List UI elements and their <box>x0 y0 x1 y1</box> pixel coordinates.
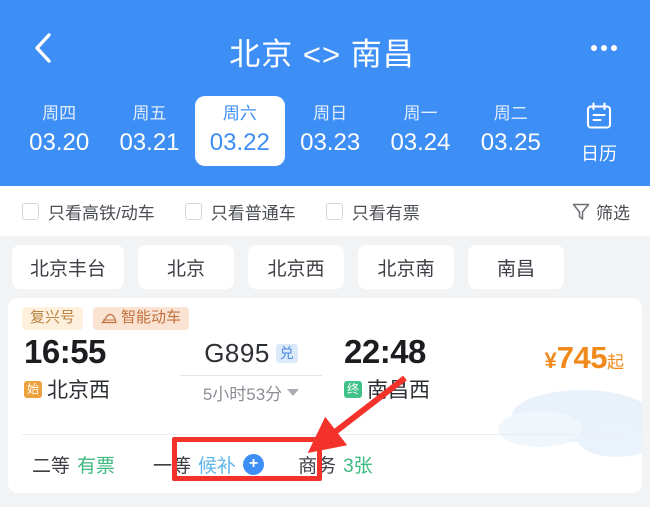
currency-symbol: ¥ <box>544 348 557 373</box>
date-tab-4[interactable]: 周一 03.24 <box>375 96 465 166</box>
date-tabs: 周四 03.20 周五 03.21 周六 03.22 周日 03.23 周一 0… <box>14 96 556 166</box>
station-chip-0[interactable]: 北京丰台 <box>12 245 125 289</box>
train-number: G895 <box>204 338 270 368</box>
train-trip-row: 16:55 始 北京西 G895 兑 5小时53分 22:48 终 南昌西 ¥7… <box>8 330 642 405</box>
trip-duration[interactable]: 5小时53分 <box>166 380 336 405</box>
station-chip-row: 北京丰台 北京 北京西 北京南 南昌 <box>0 236 650 298</box>
checkbox-has-tickets[interactable]: 只看有票 <box>325 199 420 224</box>
app-header: 北京 <> 南昌 周四 03.20 周五 03.21 周六 03.22 周日 0… <box>0 0 650 186</box>
checkbox-high-speed[interactable]: 只看高铁/动车 <box>22 199 155 224</box>
date-dow: 周五 <box>132 104 167 123</box>
checkbox-box-icon[interactable] <box>184 202 202 220</box>
station-chip-4[interactable]: 南昌 <box>468 245 565 289</box>
seat-option-second-class[interactable]: 二等 有票 <box>32 451 115 478</box>
checkbox-label: 只看有票 <box>351 203 420 223</box>
seat-status: 有票 <box>77 455 116 477</box>
calendar-button[interactable]: 日历 <box>556 96 642 166</box>
departure-station: 始 北京西 <box>24 374 166 404</box>
train-icon <box>101 313 117 323</box>
checkbox-label: 只看高铁/动车 <box>48 203 155 223</box>
app-root: 北京 <> 南昌 周四 03.20 周五 03.21 周六 03.22 周日 0… <box>0 0 650 507</box>
more-horizontal-icon[interactable] <box>584 28 624 68</box>
date-number: 03.24 <box>390 129 451 156</box>
end-station-badge: 终 <box>344 380 363 398</box>
date-number: 03.22 <box>209 129 270 156</box>
date-dow: 周日 <box>313 104 348 123</box>
price-column: ¥745起 <box>506 332 642 376</box>
date-tab-3[interactable]: 周日 03.23 <box>285 96 375 166</box>
chevron-down-icon[interactable] <box>287 389 300 396</box>
date-tab-1[interactable]: 周五 03.21 <box>104 96 194 166</box>
station-chip-3[interactable]: 北京南 <box>358 245 455 289</box>
checkbox-normal-train[interactable]: 只看普通车 <box>184 199 296 224</box>
date-number: 03.25 <box>480 129 541 156</box>
departure-time: 16:55 <box>24 333 106 370</box>
price-amount: 745 <box>556 340 608 375</box>
tag-fuxing: 复兴号 <box>22 307 84 330</box>
filter-button[interactable]: 筛选 <box>572 199 630 224</box>
navigation-bar: 北京 <> 南昌 <box>0 0 650 96</box>
train-number-row: G895 兑 <box>166 338 336 369</box>
price-suffix: 起 <box>607 353 624 372</box>
seat-option-business-class[interactable]: 商务 3张 <box>298 451 373 478</box>
waitlist-add-button[interactable]: + <box>243 453 265 475</box>
arrival-column: 22:48 终 南昌西 <box>336 332 506 404</box>
date-number: 03.20 <box>29 129 90 156</box>
date-tab-0[interactable]: 周四 03.20 <box>14 96 104 166</box>
tag-smart-label: 智能动车 <box>121 309 182 326</box>
trip-duration-text: 5小时53分 <box>202 385 283 404</box>
seat-option-first-class[interactable]: 一等 候补 + <box>153 451 265 478</box>
exchange-badge: 兑 <box>275 344 298 363</box>
calendar-icon <box>586 102 612 129</box>
funnel-icon <box>572 203 590 220</box>
calendar-label: 日历 <box>581 144 617 164</box>
date-number: 03.23 <box>300 129 361 156</box>
station-chip-2[interactable]: 北京西 <box>248 245 345 289</box>
date-dow: 周二 <box>493 104 528 123</box>
page-title: 北京 <> 南昌 <box>229 36 415 72</box>
seat-status: 3张 <box>343 455 373 477</box>
checkbox-box-icon[interactable] <box>325 202 343 220</box>
train-result-card[interactable]: 复兴号 智能动车 16:55 始 北京西 G895 兑 5小时53分 22:48… <box>8 298 642 493</box>
date-dow: 周四 <box>42 104 77 123</box>
tag-smart-train: 智能动车 <box>93 307 190 330</box>
departure-station-name: 北京西 <box>47 379 111 402</box>
date-strip: 周四 03.20 周五 03.21 周六 03.22 周日 03.23 周一 0… <box>0 96 650 182</box>
start-station-badge: 始 <box>24 380 43 398</box>
route-line-divider <box>180 375 322 376</box>
seat-status: 候补 <box>198 455 237 477</box>
back-icon[interactable] <box>26 28 60 68</box>
seat-class-name: 二等 <box>32 455 71 477</box>
date-number: 03.21 <box>119 129 180 156</box>
checkbox-box-icon[interactable] <box>22 202 39 220</box>
arrival-time: 22:48 <box>344 333 426 370</box>
train-info-column: G895 兑 5小时53分 <box>166 332 336 405</box>
date-tab-5[interactable]: 周二 03.25 <box>466 96 556 166</box>
date-dow: 周六 <box>222 104 257 123</box>
checkbox-label: 只看普通车 <box>210 203 296 223</box>
date-dow: 周一 <box>403 104 438 123</box>
filter-row: 只看高铁/动车 只看普通车 只看有票 筛选 <box>0 186 650 236</box>
ticket-price: ¥745起 <box>545 340 624 375</box>
arrival-station-name: 南昌西 <box>367 379 431 402</box>
departure-column: 16:55 始 北京西 <box>8 332 166 404</box>
train-tag-list: 复兴号 智能动车 <box>8 298 642 330</box>
date-tab-2-selected[interactable]: 周六 03.22 <box>194 96 285 166</box>
filter-label: 筛选 <box>596 203 630 223</box>
seat-class-name: 一等 <box>153 455 192 477</box>
arrival-station: 终 南昌西 <box>344 374 506 404</box>
seat-class-row: 二等 有票 一等 候补 + 商务 3张 <box>8 435 642 493</box>
station-chip-1[interactable]: 北京 <box>138 245 235 289</box>
seat-class-name: 商务 <box>298 455 337 477</box>
